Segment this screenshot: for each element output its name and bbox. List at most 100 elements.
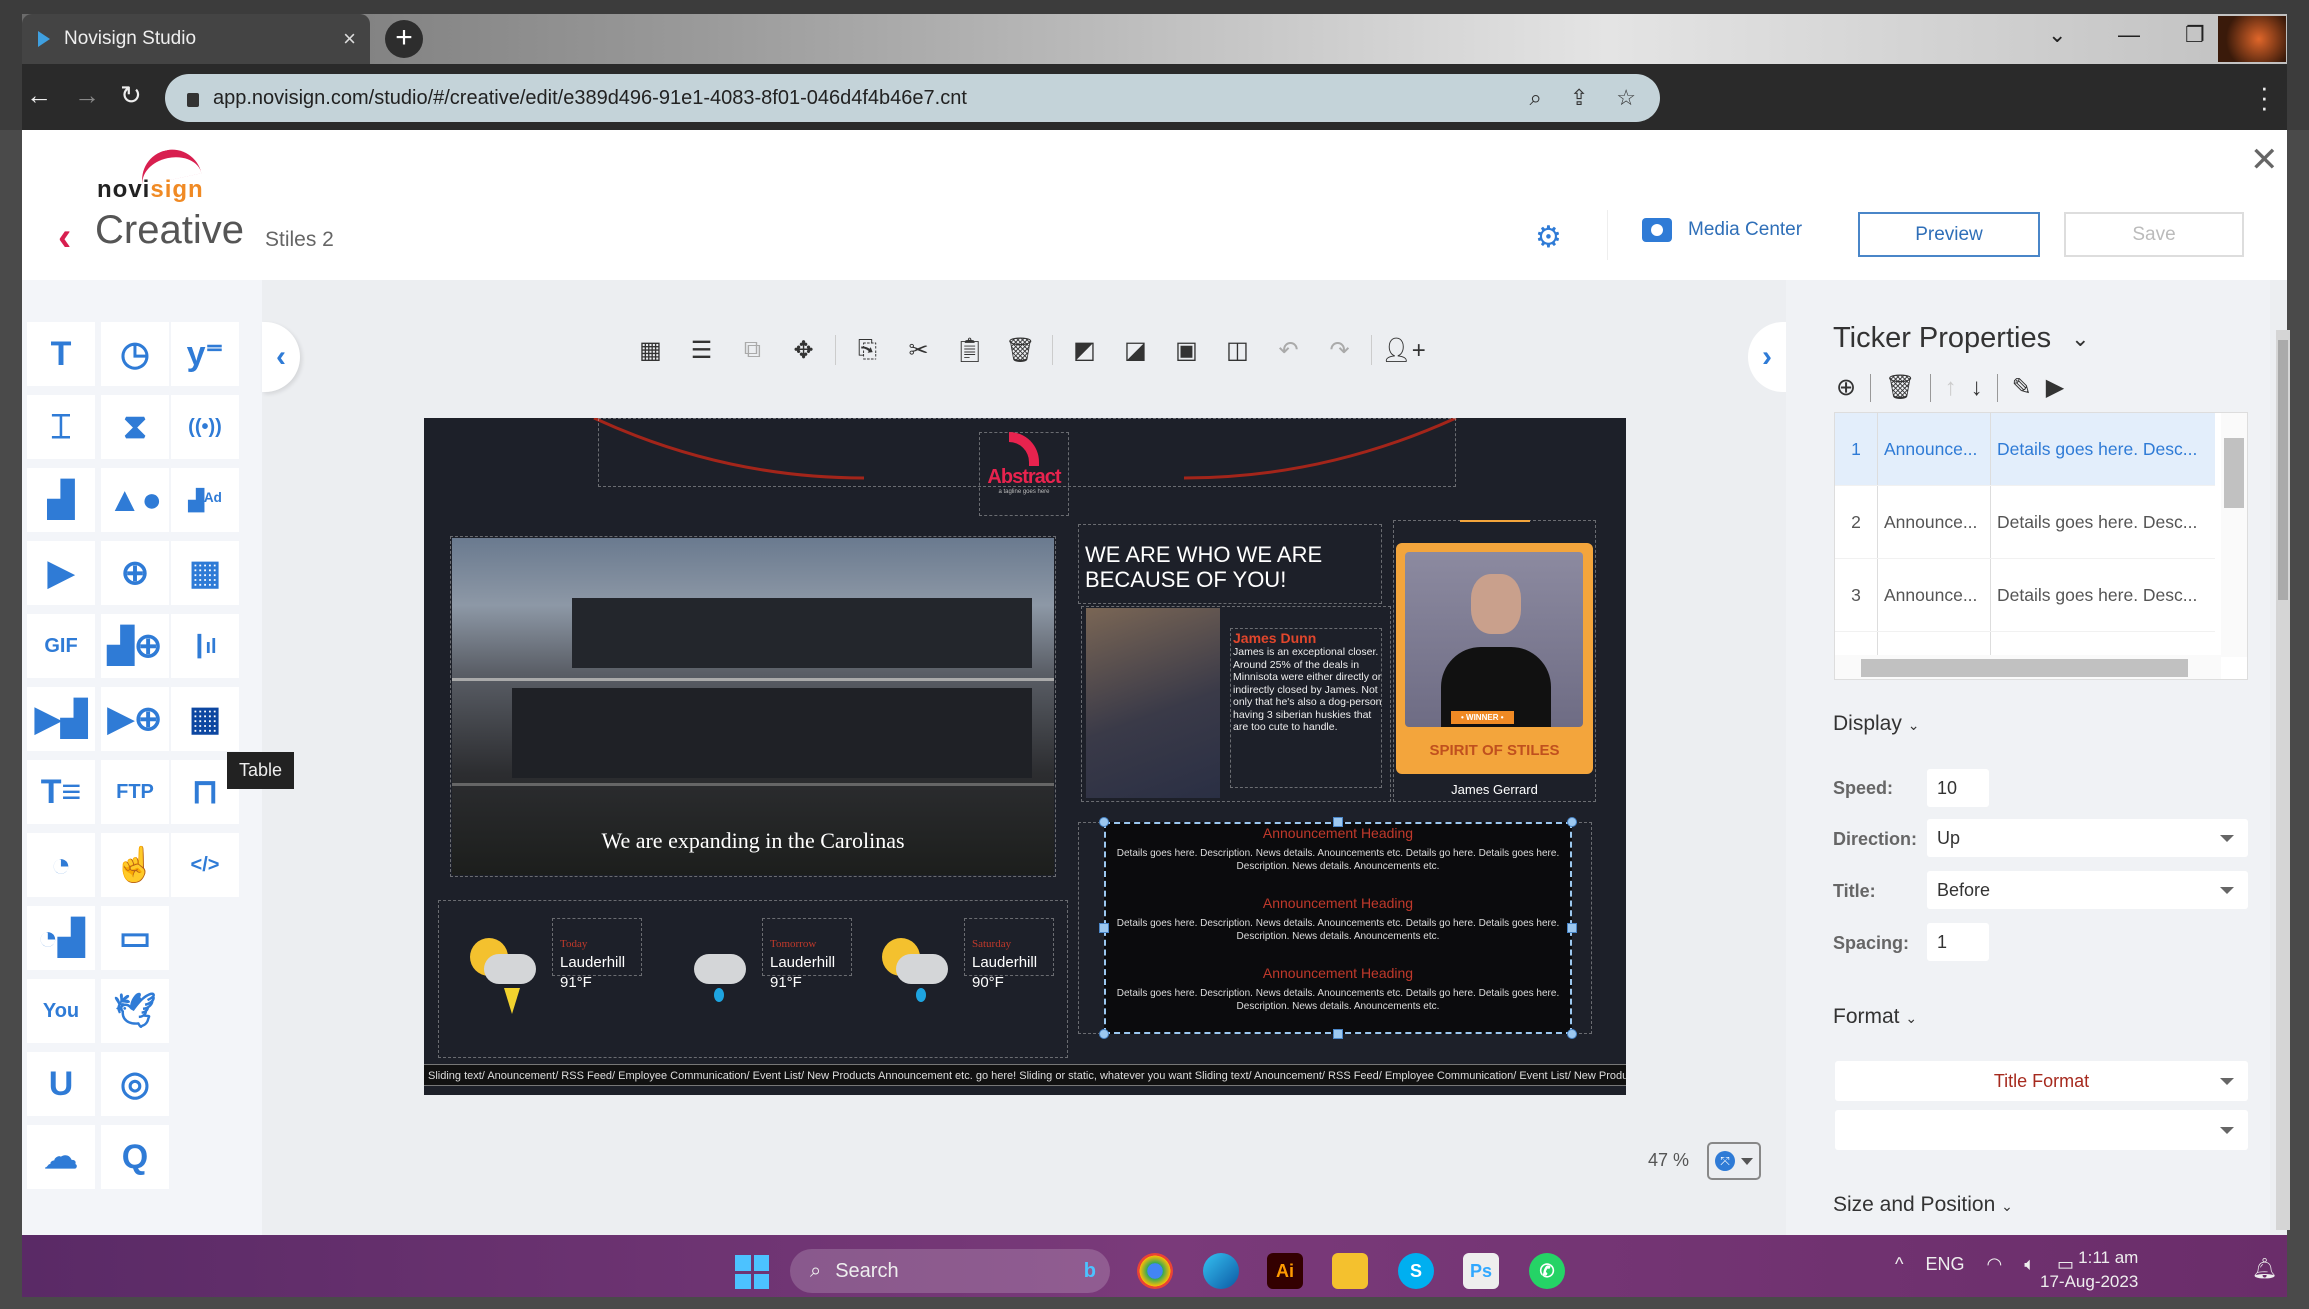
tool-instagram[interactable]: ◎ [101,1052,169,1116]
new-tab-button[interactable]: + [385,20,423,58]
tool-table[interactable]: ▦ [171,687,239,751]
notifications-icon[interactable]: 🔔︎ [2252,1256,2277,1281]
award-person-name[interactable]: James Gerrard [1396,782,1593,797]
speed-input[interactable]: 10 [1927,769,1989,807]
windows-start-icon[interactable] [735,1255,769,1289]
table-row[interactable]: 1 Announce... Details goes here. Desc... [1835,413,2215,486]
tool-rss[interactable]: ◔ [27,833,95,897]
tool-screen[interactable]: ▭ [101,906,169,970]
scrollbar-thumb[interactable] [1861,659,2188,677]
size-position-section-toggle[interactable]: Size and Position ⌄ [1833,1193,2013,1217]
tool-web-video[interactable]: ▶⊕ [101,687,169,751]
resize-handle-w[interactable] [1099,923,1109,933]
browser-menu-icon[interactable]: · · · [2260,74,2269,120]
restore-icon[interactable]: ❐ [2185,22,2205,48]
add-item-icon[interactable]: ⊕ [1836,373,1856,402]
add-user-icon[interactable]: 👤︎+ [1378,336,1429,365]
skype-icon[interactable]: S [1398,1253,1434,1289]
tool-ticker[interactable]: T≡ [27,760,95,824]
grid-icon[interactable]: ▦ [625,336,676,365]
tool-web[interactable]: ⊕ [101,541,169,605]
taskbar-search[interactable]: ⌕ Search b [790,1249,1110,1293]
building-image[interactable] [452,538,1054,875]
paste-icon[interactable]: 📋︎ [944,336,995,365]
spacing-input[interactable]: 1 [1927,923,1989,961]
format-section-toggle[interactable]: Format ⌄ [1833,1005,1917,1029]
tool-live[interactable]: ((•)) [171,395,239,459]
address-bar[interactable]: app.novisign.com/studio/#/creative/edit/… [165,74,1660,122]
title-position-select[interactable]: Before [1927,871,2248,909]
play-icon[interactable]: ▶ [2046,373,2064,402]
send-to-back-icon[interactable]: ◫ [1212,336,1263,365]
tool-calendar[interactable]: ▦ [171,541,239,605]
undo-icon[interactable]: ↶ [1263,336,1314,365]
cut-icon[interactable]: ✂ [893,336,944,365]
resize-handle-sw[interactable] [1099,1029,1109,1039]
media-center-button[interactable]: Media Center [1642,218,1802,242]
title-format-select[interactable]: Title Format [1835,1061,2248,1101]
table-row[interactable]: 3 Announce... Details goes here. Desc... [1835,559,2215,632]
language-indicator[interactable]: ENG [1925,1254,1964,1275]
clock[interactable]: 1:11 am 17-Aug-2023 [2040,1246,2138,1294]
bring-forward-icon[interactable]: ◪ [1110,336,1161,365]
resize-handle-n[interactable] [1333,817,1343,827]
tool-youtube[interactable]: You [27,979,95,1043]
resize-handle-se[interactable] [1567,1029,1577,1039]
tool-u-widget[interactable]: U [27,1052,95,1116]
bookmark-star-icon[interactable]: ☆ [1616,85,1636,111]
display-section-toggle[interactable]: Display ⌄ [1833,712,1919,736]
tool-queue[interactable]: Q [101,1125,169,1189]
sliding-ticker[interactable]: Sliding text/ Anouncement/ RSS Feed/ Emp… [424,1064,1626,1086]
back-chevron-icon[interactable]: ‹ [58,215,71,260]
tool-shapes[interactable]: ▲● [101,468,169,532]
close-tab-icon[interactable]: × [343,26,356,52]
align-icon[interactable]: ☰ [676,336,727,365]
tool-timer[interactable]: ⧗ [101,395,169,459]
resize-handle-e[interactable] [1567,923,1577,933]
tool-ftp[interactable]: FTP [101,760,169,824]
volume-icon[interactable]: 🔈︎ [2024,1254,2035,1275]
direction-select[interactable]: Up [1927,819,2248,857]
table-vertical-scrollbar[interactable] [2221,413,2247,657]
tool-html-code[interactable]: </> [171,833,239,897]
abstract-logo[interactable]: Abstract a tagline goes here [985,432,1063,495]
settings-gear-icon[interactable]: ⚙ [1535,220,1562,255]
move-icon[interactable]: ✥ [778,336,829,365]
browser-tab[interactable]: Novisign Studio × [22,14,370,64]
tool-twitter[interactable]: 🕊 [101,979,169,1043]
creative-name[interactable]: Stiles 2 [265,228,334,252]
wifi-icon[interactable]: ◠ [1986,1254,2002,1275]
reload-icon[interactable]: ↻ [120,80,142,111]
group-icon[interactable]: ⧉ [727,336,778,364]
resize-handle-s[interactable] [1333,1029,1343,1039]
delete-item-icon[interactable]: 🗑︎ [1885,373,1915,402]
share-icon[interactable]: ⇪ [1570,85,1588,111]
tool-touch[interactable]: ☝ [101,833,169,897]
building-caption[interactable]: We are expanding in the Carolinas [452,828,1054,854]
delete-icon[interactable]: 🗑︎ [995,336,1046,365]
whatsapp-icon[interactable]: ✆ [1529,1253,1565,1289]
minimize-icon[interactable]: — [2118,22,2140,48]
scrollbar-thumb[interactable] [2224,438,2244,508]
details-format-select[interactable] [1835,1110,2248,1150]
table-horizontal-scrollbar[interactable] [1835,655,2221,679]
properties-title[interactable]: Ticker Properties ⌄ [1833,322,2090,355]
forward-arrow-icon[interactable]: → [74,80,100,111]
james-dunn-photo[interactable] [1086,608,1220,798]
tool-image[interactable]: ▟ [27,468,95,532]
back-arrow-icon[interactable]: ← [26,80,52,111]
tool-weather[interactable]: ☁ [27,1125,95,1189]
award-title[interactable]: SPIRIT OF STILES [1396,742,1593,759]
tool-gif[interactable]: GIF [27,614,95,678]
tool-rss-media[interactable]: ◔▟ [27,906,95,970]
panel-scrollbar[interactable] [2276,330,2290,1230]
tool-clock[interactable]: ◷ [101,322,169,386]
tool-chart[interactable]: ┃ıl [171,614,239,678]
chrome-icon[interactable] [1137,1253,1173,1289]
file-explorer-icon[interactable] [1332,1253,1368,1289]
preview-button[interactable]: Preview [1858,212,2040,257]
profile-bio[interactable]: James is an exceptional closer. Around 2… [1233,646,1383,734]
photoshop-icon[interactable]: Ps [1463,1253,1499,1289]
tool-yammer[interactable]: y⁼ [171,322,239,386]
tool-media-playlist[interactable]: ▶▟ [27,687,95,751]
